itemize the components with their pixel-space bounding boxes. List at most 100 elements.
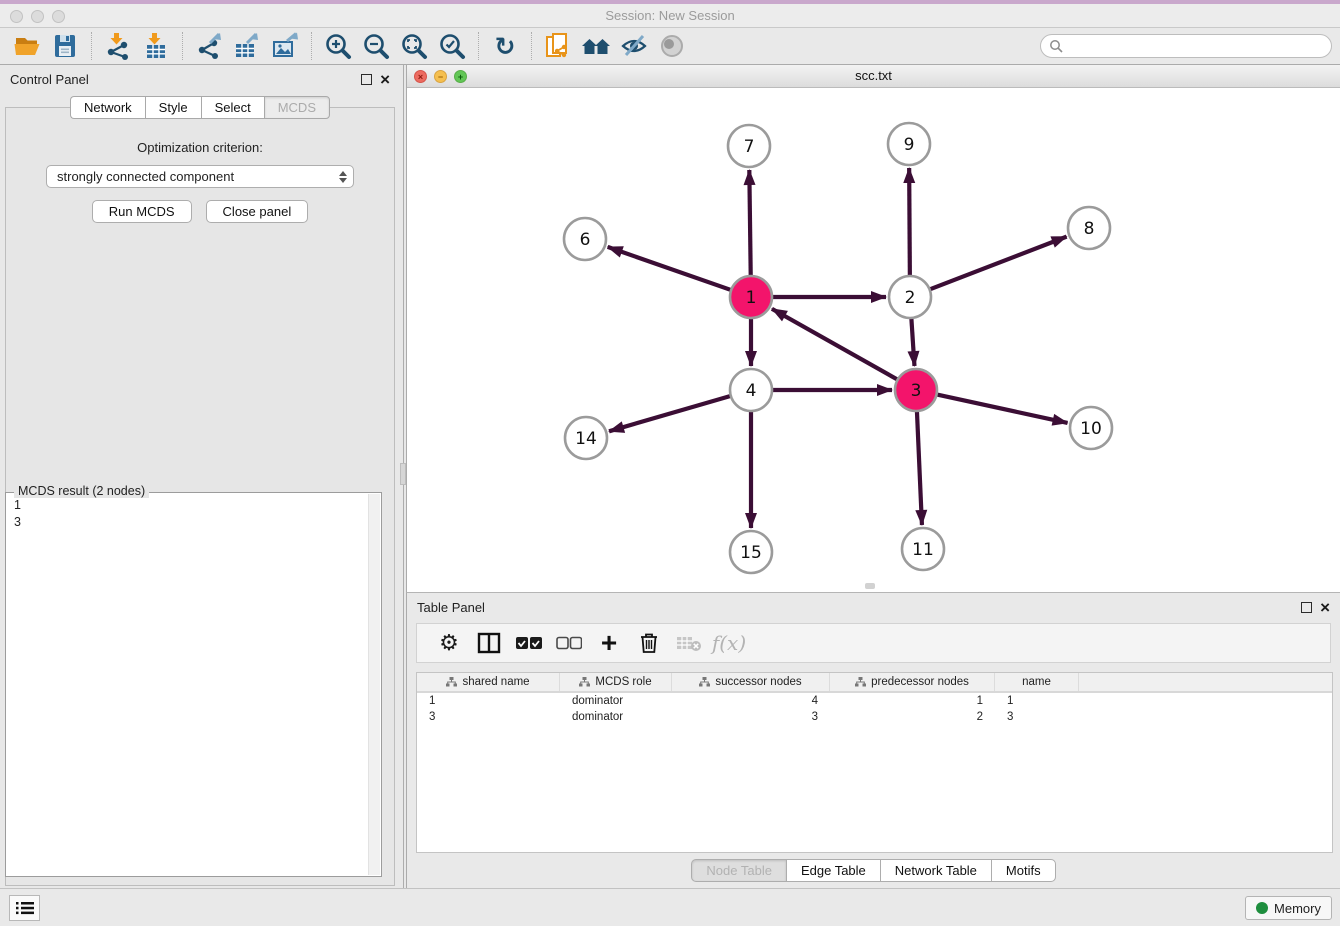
node-9[interactable]: 9 xyxy=(888,123,930,165)
network-window-title: scc.txt xyxy=(407,65,1340,87)
columns-icon xyxy=(477,631,501,655)
function-builder-button[interactable]: f(x) xyxy=(711,627,747,659)
mcds-result-line: 3 xyxy=(14,514,367,531)
column-type-icon xyxy=(855,677,866,687)
open-session-button[interactable] xyxy=(8,30,46,62)
control-panel-tabs: NetworkStyleSelectMCDS xyxy=(0,96,400,119)
node-11[interactable]: 11 xyxy=(902,528,944,570)
unselect-all-columns-button[interactable] xyxy=(551,627,587,659)
node-7[interactable]: 7 xyxy=(728,125,770,167)
float-panel-icon[interactable] xyxy=(1301,602,1312,613)
home-button[interactable] xyxy=(577,30,615,62)
column-header-MCDS-role[interactable]: MCDS role xyxy=(560,673,672,691)
column-header-successor-nodes[interactable]: successor nodes xyxy=(672,673,830,691)
table-row[interactable]: 3dominator323 xyxy=(417,709,1332,725)
tab-style[interactable]: Style xyxy=(145,96,201,119)
node-6[interactable]: 6 xyxy=(564,218,606,260)
edge-3-10[interactable] xyxy=(937,394,1068,422)
toolbar-separator xyxy=(91,32,92,60)
zoom-out-icon xyxy=(362,32,390,60)
zoom-out-button[interactable] xyxy=(357,30,395,62)
edge-3-11[interactable] xyxy=(917,411,922,525)
network-graph[interactable]: 7 9 6 8 1 2 4 3 14 10 15 11 xyxy=(407,88,1340,591)
tab-network-table[interactable]: Network Table xyxy=(880,859,991,882)
optimization-criterion-select[interactable]: strongly connected component xyxy=(46,165,354,188)
node-2[interactable]: 2 xyxy=(889,276,931,318)
tab-motifs[interactable]: Motifs xyxy=(991,859,1056,882)
mcds-result-scrollbar[interactable] xyxy=(368,494,380,875)
mcds-result-list[interactable]: 13 xyxy=(8,497,367,874)
table-cell: dominator xyxy=(560,693,672,709)
close-panel-button[interactable]: Close panel xyxy=(206,200,309,223)
select-all-columns-button[interactable] xyxy=(511,627,547,659)
delete-columns-button[interactable] xyxy=(631,627,667,659)
table-row[interactable]: 1dominator411 xyxy=(417,693,1332,709)
create-column-button[interactable]: + xyxy=(591,627,627,659)
control-panel: Control Panel × NetworkStyleSelectMCDS O… xyxy=(0,65,400,888)
search-input[interactable] xyxy=(1040,34,1332,58)
edge-2-3[interactable] xyxy=(911,318,914,366)
tab-select[interactable]: Select xyxy=(201,96,264,119)
clone-network-button[interactable] xyxy=(539,30,577,62)
zoom-selected-button[interactable] xyxy=(433,30,471,62)
node-label: 14 xyxy=(575,429,597,449)
save-session-button[interactable] xyxy=(46,30,84,62)
minimize-network-icon[interactable]: − xyxy=(434,70,447,83)
table-panel-header: Table Panel × xyxy=(407,593,1340,621)
column-header-name[interactable]: name xyxy=(995,673,1079,691)
table-toolbar: ⚙ + xyxy=(416,623,1331,663)
network-hscroll-handle[interactable] xyxy=(865,583,875,589)
column-type-icon xyxy=(579,677,590,687)
edge-3-1[interactable] xyxy=(772,309,898,380)
close-panel-icon[interactable]: × xyxy=(1320,602,1330,613)
zoom-fit-button[interactable] xyxy=(395,30,433,62)
edge-2-8[interactable] xyxy=(930,237,1067,290)
node-14[interactable]: 14 xyxy=(565,417,607,459)
birdseye-button[interactable] xyxy=(653,30,691,62)
column-type-icon xyxy=(446,677,457,687)
import-network-button[interactable] xyxy=(99,30,137,62)
show-columns-button[interactable] xyxy=(471,627,507,659)
node-8[interactable]: 8 xyxy=(1068,207,1110,249)
import-table-button[interactable] xyxy=(137,30,175,62)
network-canvas[interactable]: 7 9 6 8 1 2 4 3 14 10 15 11 xyxy=(407,88,1340,591)
close-panel-icon[interactable]: × xyxy=(380,74,390,85)
edge-4-14[interactable] xyxy=(609,396,731,431)
node-15[interactable]: 15 xyxy=(730,531,772,573)
edge-2-9[interactable] xyxy=(909,168,910,276)
close-window-icon[interactable] xyxy=(10,10,23,23)
zoom-window-icon[interactable] xyxy=(52,10,65,23)
node-label: 15 xyxy=(740,543,762,563)
toggle-graphics-button[interactable] xyxy=(615,30,653,62)
tab-mcds[interactable]: MCDS xyxy=(264,96,330,119)
zoom-in-button[interactable] xyxy=(319,30,357,62)
float-panel-icon[interactable] xyxy=(361,74,372,85)
column-header-predecessor-nodes[interactable]: predecessor nodes xyxy=(830,673,995,691)
refresh-button[interactable]: ↻ xyxy=(486,30,524,62)
column-header-shared-name[interactable]: shared name xyxy=(417,673,560,691)
export-image-button[interactable] xyxy=(266,30,304,62)
minimize-window-icon[interactable] xyxy=(31,10,44,23)
maximize-network-icon[interactable]: + xyxy=(454,70,467,83)
tab-network[interactable]: Network xyxy=(70,96,145,119)
table-panel: Table Panel × ⚙ xyxy=(406,592,1340,888)
table-settings-button[interactable]: ⚙ xyxy=(431,627,467,659)
tab-node-table[interactable]: Node Table xyxy=(691,859,786,882)
delete-table-button[interactable] xyxy=(671,627,707,659)
tab-edge-table[interactable]: Edge Table xyxy=(786,859,880,882)
node-10[interactable]: 10 xyxy=(1070,407,1112,449)
node-1[interactable]: 1 xyxy=(730,276,772,318)
close-network-icon[interactable]: × xyxy=(414,70,427,83)
network-window-titlebar[interactable]: × − + scc.txt xyxy=(407,65,1340,88)
export-table-button[interactable] xyxy=(228,30,266,62)
edge-1-7[interactable] xyxy=(749,170,750,276)
memory-button[interactable]: Memory xyxy=(1245,896,1332,920)
run-mcds-button[interactable]: Run MCDS xyxy=(92,200,192,223)
task-history-button[interactable] xyxy=(9,895,40,921)
edge-1-6[interactable] xyxy=(608,247,732,290)
node-4[interactable]: 4 xyxy=(730,369,772,411)
node-3[interactable]: 3 xyxy=(895,369,937,411)
node-table[interactable]: shared nameMCDS rolesuccessor nodesprede… xyxy=(416,672,1333,853)
export-network-button[interactable] xyxy=(190,30,228,62)
window-controls[interactable] xyxy=(10,10,65,23)
